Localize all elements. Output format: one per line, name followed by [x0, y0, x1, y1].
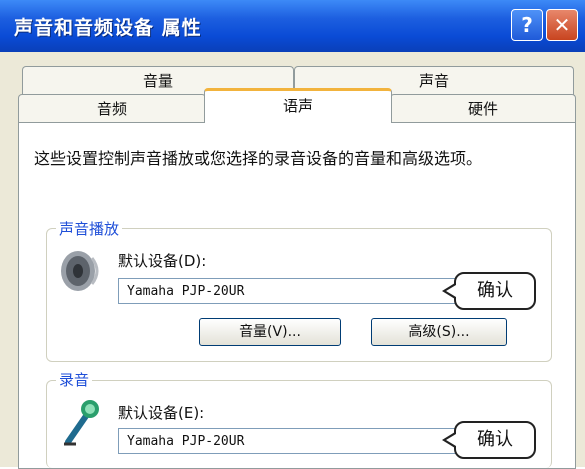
- speaker-icon: [61, 251, 99, 291]
- tab-hardware[interactable]: 硬件: [390, 94, 576, 123]
- close-button[interactable]: ✕: [546, 9, 578, 41]
- help-button[interactable]: ?: [511, 9, 543, 41]
- playback-group-label: 声音播放: [56, 218, 123, 239]
- recording-device-label: 默认设备(E):: [118, 404, 205, 422]
- recording-confirm-callout: 确认: [442, 421, 536, 459]
- playback-confirm-callout: 确认: [442, 272, 536, 310]
- microphone-icon: [64, 400, 99, 446]
- title-bar[interactable]: 声音和音频设备 属性 ? ✕: [0, 0, 585, 52]
- tab-voice[interactable]: 语声: [204, 88, 392, 123]
- recording-device-select[interactable]: Yamaha PJP-20UR: [118, 428, 458, 454]
- playback-device-select[interactable]: Yamaha PJP-20UR: [118, 278, 458, 304]
- recording-group-label: 录音: [56, 369, 93, 390]
- tab-audio[interactable]: 音频: [18, 94, 206, 123]
- window-title: 声音和音频设备 属性: [14, 17, 202, 39]
- volume-button[interactable]: 音量(V)...: [199, 318, 341, 346]
- description-text: 这些设置控制声音播放或您选择的录音设备的音量和高级选项。: [34, 149, 483, 168]
- properties-window: 声音和音频设备 属性 ? ✕ 音量 声音 音频 语声 硬件 这些设置控制声音播放…: [0, 0, 585, 469]
- advanced-button[interactable]: 高级(S)...: [371, 318, 507, 346]
- playback-device-label: 默认设备(D):: [118, 252, 207, 270]
